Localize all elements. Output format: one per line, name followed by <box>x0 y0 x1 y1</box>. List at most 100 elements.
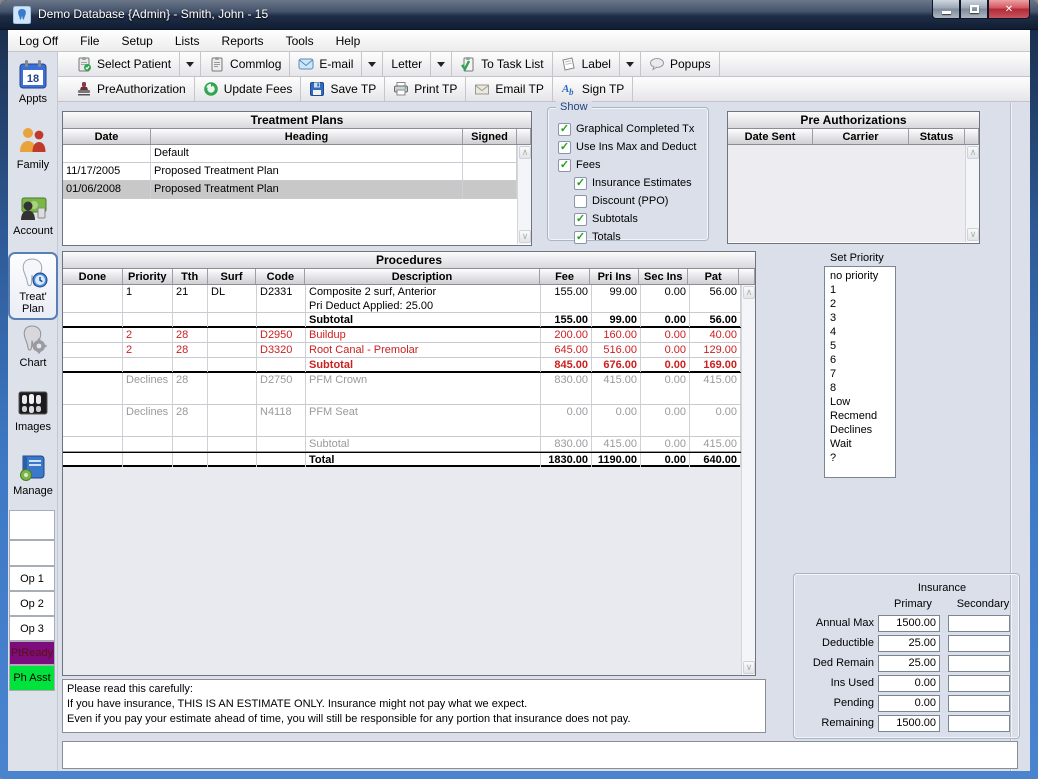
toolbar-button-sign-tp[interactable]: AbSign TP <box>553 77 633 101</box>
insurance-primary-field-ded-remain[interactable]: 25.00 <box>878 655 940 672</box>
column-header-date[interactable]: Date <box>63 129 151 144</box>
toolbar-button-save-tp[interactable]: Save TP <box>301 77 385 101</box>
column-header-heading[interactable]: Heading <box>151 129 463 144</box>
checkbox-unchecked-icon[interactable] <box>574 195 587 208</box>
op-cell-op-1[interactable]: Op 1 <box>9 566 55 591</box>
priority-option-8[interactable]: 8 <box>825 381 895 395</box>
priority-option-1[interactable]: 1 <box>825 283 895 297</box>
insurance-secondary-field-annual-max[interactable] <box>948 615 1010 632</box>
select-patient-dropdown[interactable] <box>180 52 201 76</box>
toolbar-button-e-mail[interactable]: E-mail <box>290 52 362 76</box>
menu-item-reports[interactable]: Reports <box>211 30 275 52</box>
toolbar-button-email-tp[interactable]: Email TP <box>466 77 552 101</box>
op-cell-ptready[interactable]: PtReady <box>9 641 55 665</box>
subtotal-red-row[interactable]: Subtotal845.00676.000.00169.00 <box>63 358 755 373</box>
close-button[interactable]: ✕ <box>988 0 1030 19</box>
note-input[interactable] <box>62 741 1018 769</box>
sidebar-module-chart[interactable]: Chart <box>8 320 58 384</box>
maximize-button[interactable] <box>960 0 988 19</box>
total-row[interactable]: Total1830.001190.000.00640.00 <box>63 452 755 467</box>
op-cell-ph-asst[interactable]: Ph Asst <box>9 665 55 691</box>
menu-item-file[interactable]: File <box>69 30 110 52</box>
column-header-priority[interactable]: Priority <box>123 269 173 284</box>
toolbar-button-letter[interactable]: Letter <box>383 52 431 76</box>
scroll-down-icon[interactable]: ∨ <box>967 228 979 241</box>
show-option-discount-ppo[interactable]: Discount (PPO) <box>574 192 708 210</box>
column-header-status[interactable]: Status <box>909 129 965 144</box>
insurance-primary-field-pending[interactable]: 0.00 <box>878 695 940 712</box>
priority-option-declines[interactable]: Declines <box>825 423 895 437</box>
checkbox-checked-icon[interactable]: ✓ <box>558 159 571 172</box>
show-option-fees[interactable]: ✓Fees <box>558 156 708 174</box>
checkbox-checked-icon[interactable]: ✓ <box>574 213 587 226</box>
priority-option-2[interactable]: 2 <box>825 297 895 311</box>
title-bar[interactable]: Demo Database {Admin} - Smith, John - 15… <box>0 0 1038 30</box>
sidebar-module-account[interactable]: Account <box>8 188 58 252</box>
procedure-row[interactable]: Declines28D2750PFM Crown830.00415.000.00… <box>63 373 755 405</box>
insurance-primary-field-ins-used[interactable]: 0.00 <box>878 675 940 692</box>
priority-option-5[interactable]: 5 <box>825 339 895 353</box>
sidebar-module-family[interactable]: Family <box>8 122 58 188</box>
column-header-signed[interactable]: Signed <box>463 129 517 144</box>
e-mail-dropdown[interactable] <box>362 52 383 76</box>
column-header-surf[interactable]: Surf <box>208 269 257 284</box>
treatment-plan-row[interactable]: Default <box>63 145 531 163</box>
column-header-code[interactable]: Code <box>256 269 305 284</box>
toolbar-button-select-patient[interactable]: Select Patient <box>68 52 180 76</box>
priority-option-no-priority[interactable]: no priority <box>825 269 895 283</box>
scroll-up-icon[interactable]: ∧ <box>967 146 979 159</box>
show-option-totals[interactable]: ✓Totals <box>574 228 708 246</box>
sidebar-module-manage[interactable]: Manage <box>8 448 58 510</box>
show-option-graphical-completed-tx[interactable]: ✓Graphical Completed Tx <box>558 120 708 138</box>
checkbox-checked-icon[interactable]: ✓ <box>558 123 571 136</box>
procedure-row[interactable]: Declines28N4118PFM Seat0.000.000.000.00 <box>63 405 755 437</box>
priority-option-recmend[interactable]: Recmend <box>825 409 895 423</box>
insurance-secondary-field-pending[interactable] <box>948 695 1010 712</box>
show-option-use-ins-max-and-deduct[interactable]: ✓Use Ins Max and Deduct <box>558 138 708 156</box>
insurance-secondary-field-deductible[interactable] <box>948 635 1010 652</box>
column-header-tth[interactable]: Tth <box>173 269 208 284</box>
toolbar-button-commlog[interactable]: Commlog <box>201 52 290 76</box>
priority-option-wait[interactable]: Wait <box>825 437 895 451</box>
insurance-primary-field-deductible[interactable]: 25.00 <box>878 635 940 652</box>
op-cell-op-2[interactable]: Op 2 <box>9 591 55 616</box>
sidebar-module-treat-plan[interactable]: Treat' Plan <box>8 252 58 320</box>
column-header-pri-ins[interactable]: Pri Ins <box>590 269 639 284</box>
toolbar-button-preauthorization[interactable]: PreAuthorization <box>68 77 195 101</box>
insurance-secondary-field-ins-used[interactable] <box>948 675 1010 692</box>
op-cell-empty[interactable] <box>9 510 55 540</box>
op-cell-op-3[interactable]: Op 3 <box>9 616 55 641</box>
insurance-secondary-field-remaining[interactable] <box>948 715 1010 732</box>
priority-option-blank[interactable]: ? <box>825 451 895 465</box>
insurance-primary-field-annual-max[interactable]: 1500.00 <box>878 615 940 632</box>
sidebar-module-images[interactable]: Images <box>8 384 58 448</box>
scroll-down-icon[interactable]: ∨ <box>519 230 531 243</box>
column-header-carrier[interactable]: Carrier <box>813 129 909 144</box>
procedures-scrollbar[interactable]: ∧∨ <box>741 285 755 675</box>
pre-authorizations-scrollbar[interactable]: ∧∨ <box>965 145 979 242</box>
priority-option-7[interactable]: 7 <box>825 367 895 381</box>
treatment-plans-scrollbar[interactable]: ∧∨ <box>517 145 531 244</box>
menu-item-log-off[interactable]: Log Off <box>8 30 69 52</box>
toolbar-button-print-tp[interactable]: Print TP <box>385 77 466 101</box>
scroll-up-icon[interactable]: ∧ <box>519 146 531 159</box>
menu-item-tools[interactable]: Tools <box>275 30 325 52</box>
checkbox-checked-icon[interactable]: ✓ <box>574 231 587 244</box>
column-header-fee[interactable]: Fee <box>540 269 591 284</box>
letter-dropdown[interactable] <box>431 52 452 76</box>
op-cell-empty[interactable] <box>9 540 55 566</box>
insurance-primary-field-remaining[interactable]: 1500.00 <box>878 715 940 732</box>
procedure-row[interactable]: 228D3320Root Canal - Premolar645.00516.0… <box>63 343 755 358</box>
scroll-up-icon[interactable]: ∧ <box>743 286 755 299</box>
insurance-secondary-field-ded-remain[interactable] <box>948 655 1010 672</box>
set-priority-listbox[interactable]: no priority12345678LowRecmendDeclinesWai… <box>824 266 896 478</box>
priority-option-3[interactable]: 3 <box>825 311 895 325</box>
menu-item-help[interactable]: Help <box>325 30 372 52</box>
column-header-date-sent[interactable]: Date Sent <box>728 129 813 144</box>
checkbox-checked-icon[interactable]: ✓ <box>574 177 587 190</box>
menu-item-lists[interactable]: Lists <box>164 30 211 52</box>
toolbar-button-popups[interactable]: Popups <box>641 52 720 76</box>
show-option-subtotals[interactable]: ✓Subtotals <box>574 210 708 228</box>
sidebar-module-appts[interactable]: 18Appts <box>8 56 58 122</box>
label-dropdown[interactable] <box>620 52 641 76</box>
